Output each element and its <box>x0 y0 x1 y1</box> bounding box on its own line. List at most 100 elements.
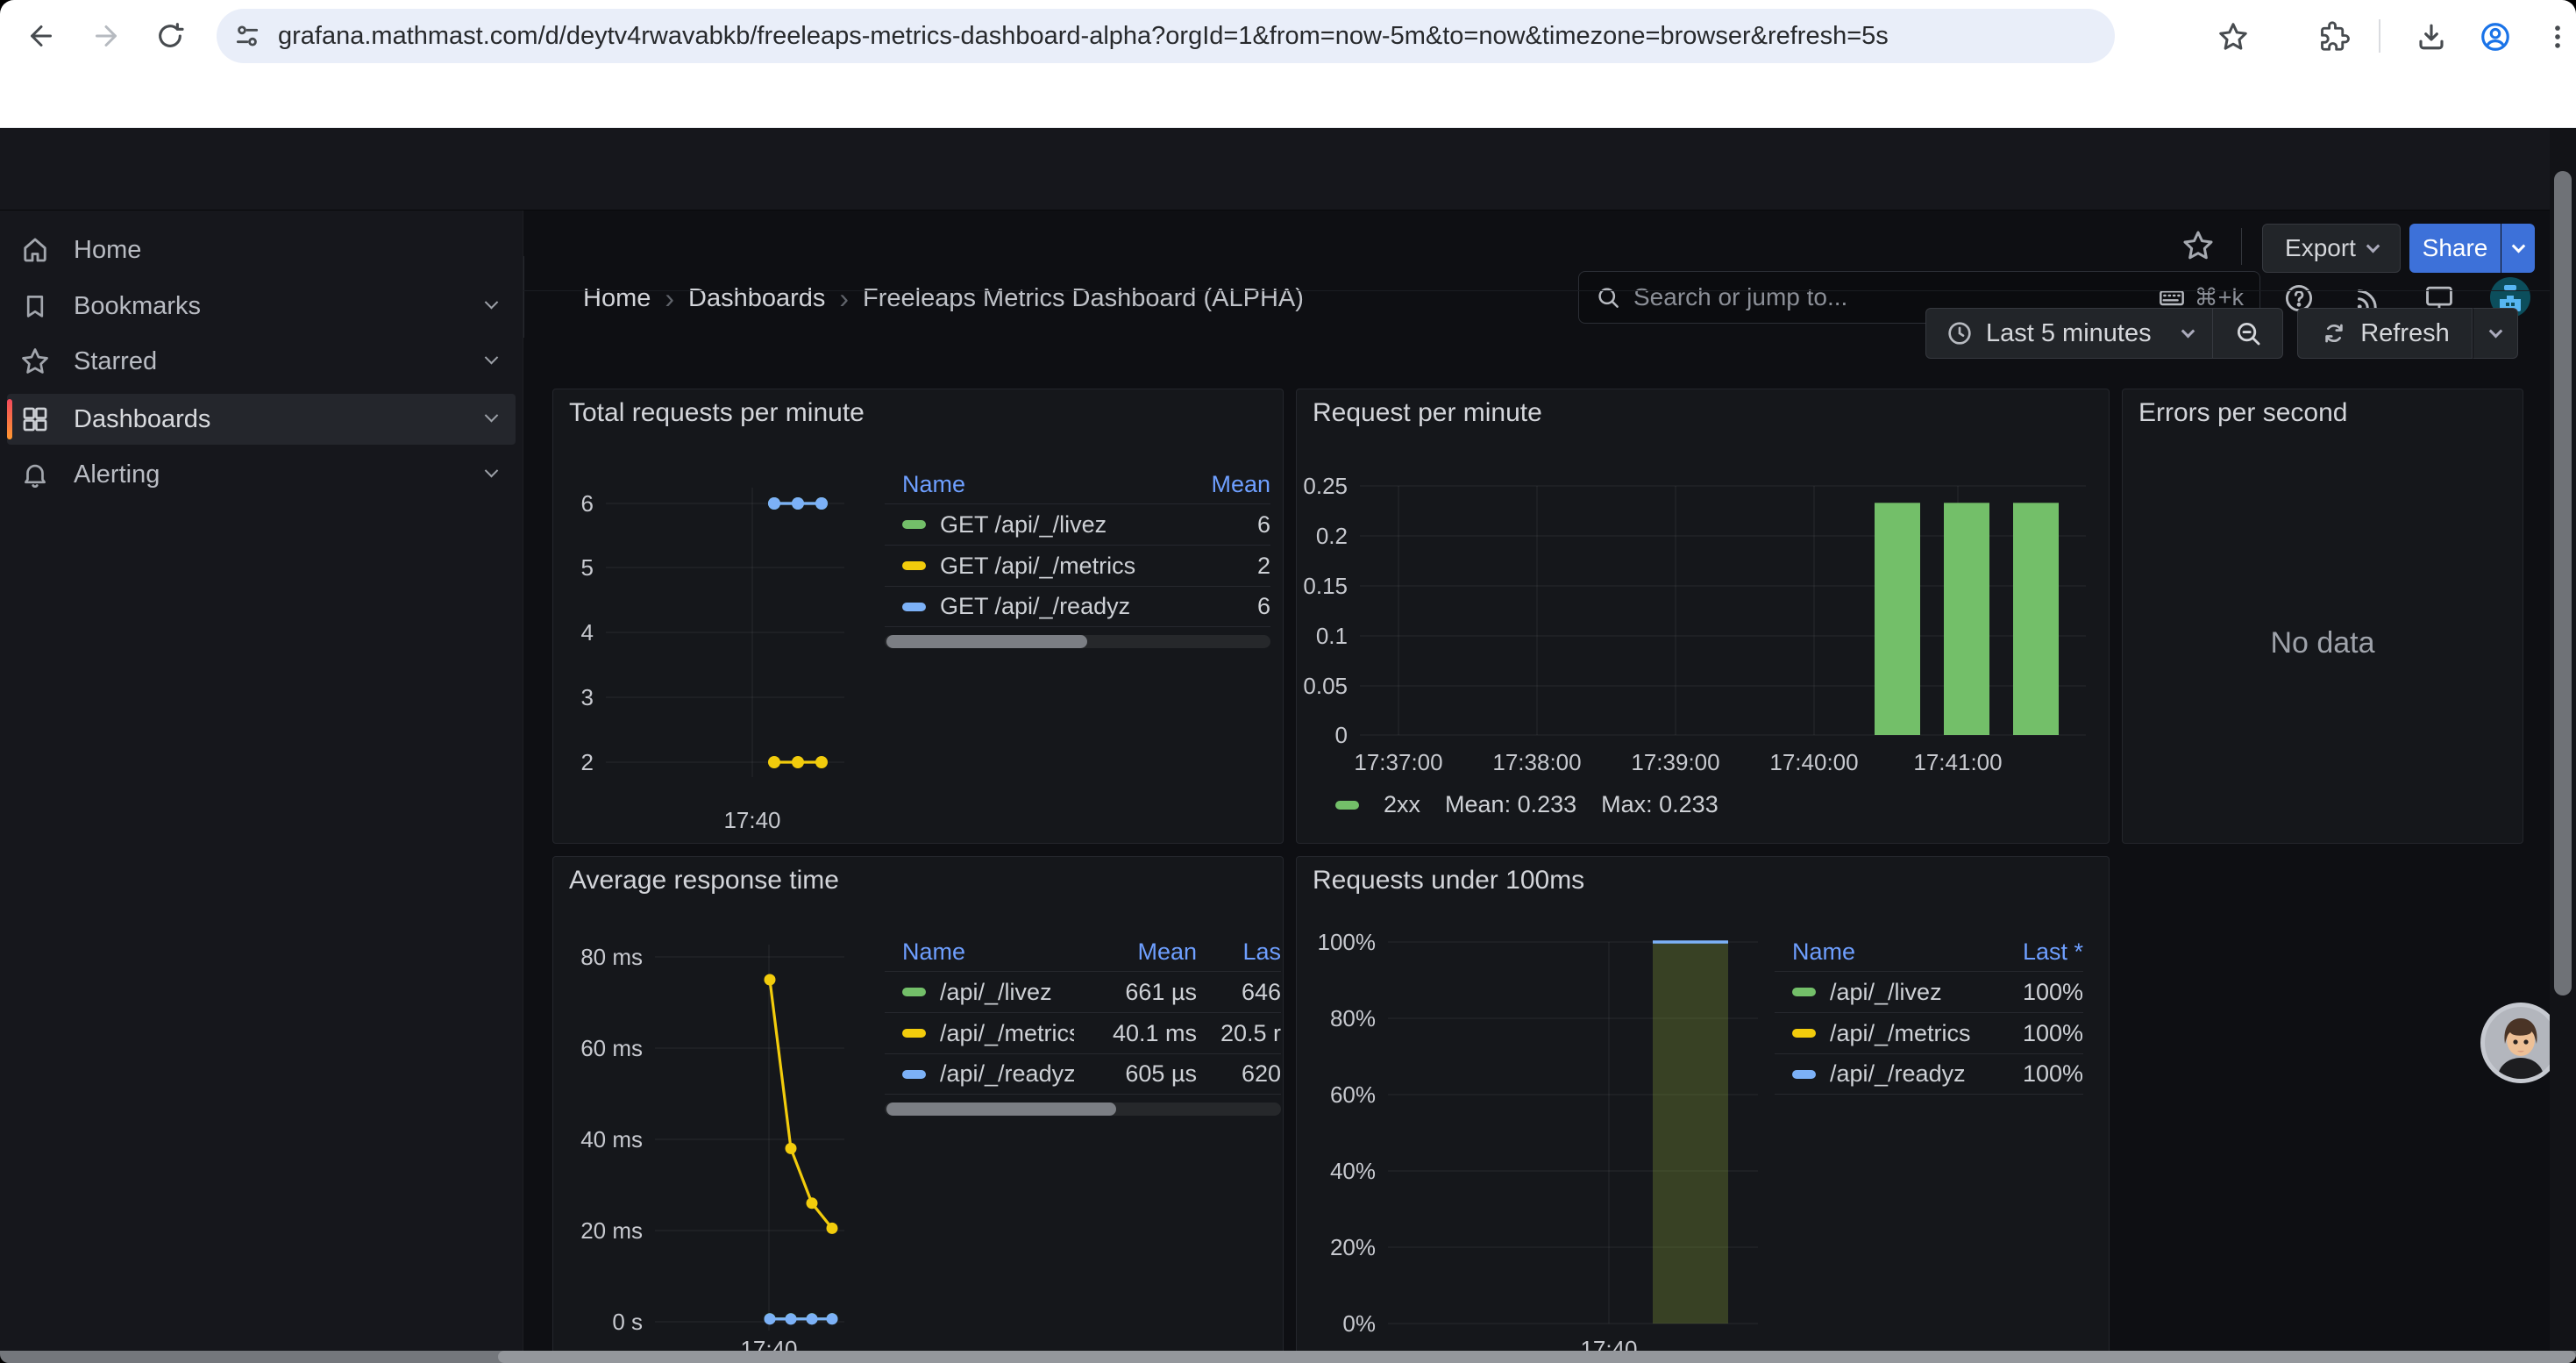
svg-text:17:40:00: 17:40:00 <box>1769 749 1858 775</box>
browser-menu-icon[interactable] <box>2540 18 2575 56</box>
sidebar-item-starred[interactable]: Starred <box>7 336 516 387</box>
refresh-interval-dropdown[interactable] <box>2473 308 2518 359</box>
profile-icon[interactable] <box>2476 18 2515 56</box>
svg-text:17:40: 17:40 <box>723 807 780 833</box>
chevron-down-icon <box>2181 324 2195 338</box>
legend-row: /api/_/metrics100% <box>1775 1012 2083 1053</box>
series-name[interactable]: /api/_/livez <box>1830 979 1987 1006</box>
extensions-icon[interactable] <box>2315 18 2353 56</box>
time-picker-group: Last 5 minutes <box>1925 308 2283 359</box>
no-data-message: No data <box>2123 626 2523 660</box>
panel-title[interactable]: Errors per second <box>2138 398 2347 428</box>
legend-scrollbar[interactable] <box>885 1103 1281 1116</box>
series-mean: Mean: 0.233 <box>1445 791 1576 818</box>
svg-text:17:38:00: 17:38:00 <box>1492 749 1581 775</box>
horizontal-scrollbar-thumb[interactable] <box>498 1351 2576 1363</box>
svg-text:0.25: 0.25 <box>1303 473 1348 499</box>
zoom-out-time-button[interactable] <box>2213 308 2283 359</box>
series-name[interactable]: GET /api/_/metrics <box>940 553 1174 580</box>
chevron-down-icon <box>487 411 496 427</box>
dashboard-actions-row: Export Share <box>523 211 2550 291</box>
chevron-down-icon <box>487 467 496 482</box>
vertical-scrollbar-thumb[interactable] <box>2554 171 2572 995</box>
share-button[interactable]: Share <box>2409 224 2501 273</box>
back-button[interactable] <box>24 18 59 54</box>
series-last: 20.5 r <box>1197 1020 1281 1047</box>
series-color-pill <box>902 603 926 611</box>
bookmark-star-icon[interactable] <box>2214 18 2252 56</box>
svg-text:6: 6 <box>581 490 594 517</box>
series-last: 646 <box>1197 979 1281 1006</box>
series-mean: 6 <box>1174 511 1270 539</box>
home-icon <box>7 234 63 266</box>
series-last: 100% <box>1987 979 2083 1006</box>
time-range-button[interactable]: Last 5 minutes <box>1925 308 2213 359</box>
legend-row: /api/_/metrics40.1 ms20.5 r <box>885 1012 1281 1053</box>
legend-scrollbar[interactable] <box>885 635 1270 648</box>
series-max: Max: 0.233 <box>1601 791 1719 818</box>
bar-chart: 0.250.20.150.10.05017:37:0017:38:0017:39… <box>1297 389 2110 844</box>
sidebar-item-bookmarks[interactable]: Bookmarks <box>7 281 516 332</box>
address-bar[interactable]: grafana.mathmast.com/d/deytv4rwavabkb/fr… <box>217 9 2115 63</box>
series-name[interactable]: /api/_/metrics <box>1830 1020 1987 1047</box>
svg-text:17:37:00: 17:37:00 <box>1354 749 1442 775</box>
alerting-icon <box>7 460 63 489</box>
refresh-label: Refresh <box>2360 319 2450 348</box>
refresh-button[interactable]: Refresh <box>2297 308 2473 359</box>
svg-text:60%: 60% <box>1330 1081 1376 1108</box>
sidebar-item-alerting[interactable]: Alerting <box>7 449 516 500</box>
panel-errors-per-second: Errors per second No data <box>2122 389 2523 844</box>
favorite-star-icon[interactable] <box>2179 226 2217 265</box>
svg-text:0.2: 0.2 <box>1316 523 1348 549</box>
series-last: 100% <box>1987 1060 2083 1088</box>
time-range-label: Last 5 minutes <box>1986 319 2152 348</box>
bookmarks-bar: Freeleaps 收藏博客 <box>0 72 2576 128</box>
sidebar-item-label: Home <box>74 236 516 265</box>
legend-table: NameMeanGET /api/_/livez6GET /api/_/metr… <box>885 465 1270 648</box>
svg-text:3: 3 <box>581 684 594 710</box>
svg-text:5: 5 <box>581 554 594 581</box>
share-label: Share <box>2423 234 2488 262</box>
series-last: 620 <box>1197 1060 1281 1088</box>
refresh-icon <box>2320 319 2348 347</box>
svg-text:100%: 100% <box>1318 929 1377 955</box>
series-color-pill <box>1792 1029 1816 1038</box>
downloads-icon[interactable] <box>2412 18 2451 56</box>
svg-text:80 ms: 80 ms <box>580 944 643 970</box>
panel-request-per-minute: Request per minute 0.250.20.150.10.05017… <box>1296 389 2110 844</box>
share-dropdown-button[interactable] <box>2501 224 2535 273</box>
chevron-down-icon <box>2488 324 2502 338</box>
series-mean: 661 µs <box>1074 979 1197 1006</box>
series-name[interactable]: /api/_/readyz <box>1830 1060 1987 1088</box>
browser-toolbar: grafana.mathmast.com/d/deytv4rwavabkb/fr… <box>0 0 2576 72</box>
url-text[interactable]: grafana.mathmast.com/d/deytv4rwavabkb/fr… <box>278 22 1889 51</box>
series-color-pill <box>1792 1070 1816 1079</box>
series-name[interactable]: /api/_/livez <box>940 979 1074 1006</box>
svg-text:17:41:00: 17:41:00 <box>1913 749 2002 775</box>
series-name[interactable]: GET /api/_/readyz <box>940 593 1174 620</box>
series-name[interactable]: 2xx <box>1384 791 1420 818</box>
series-name[interactable]: GET /api/_/livez <box>940 511 1174 539</box>
export-button[interactable]: Export <box>2262 224 2401 273</box>
legend-table: NameLast */api/_/livez100%/api/_/metrics… <box>1775 932 2083 1095</box>
reload-button[interactable] <box>153 18 188 54</box>
panel-requests-under-100ms: Requests under 100ms 100%80%60%40%20%0%1… <box>1296 856 2110 1363</box>
series-mean: 6 <box>1174 593 1270 620</box>
series-name[interactable]: /api/_/readyz <box>940 1060 1074 1088</box>
series-color-pill <box>1792 988 1816 996</box>
legend-row: /api/_/readyz605 µs620 <box>885 1053 1281 1095</box>
svg-text:20 ms: 20 ms <box>580 1217 643 1244</box>
site-settings-icon[interactable] <box>217 22 278 50</box>
series-color-pill <box>902 561 926 570</box>
svg-text:0.15: 0.15 <box>1303 573 1348 599</box>
chevron-down-icon <box>2366 239 2380 253</box>
forward-button[interactable] <box>89 18 124 54</box>
sidebar-item-dashboards[interactable]: Dashboards <box>7 394 516 445</box>
svg-text:4: 4 <box>581 619 594 646</box>
panel-average-response-time: Average response time 80 ms60 ms40 ms20 … <box>552 856 1284 1363</box>
legend-row: GET /api/_/metrics2 <box>885 545 1270 586</box>
svg-text:0 s: 0 s <box>612 1309 643 1335</box>
svg-text:20%: 20% <box>1330 1234 1376 1260</box>
sidebar-item-home[interactable]: Home <box>7 225 516 275</box>
series-name[interactable]: /api/_/metrics <box>940 1020 1074 1047</box>
